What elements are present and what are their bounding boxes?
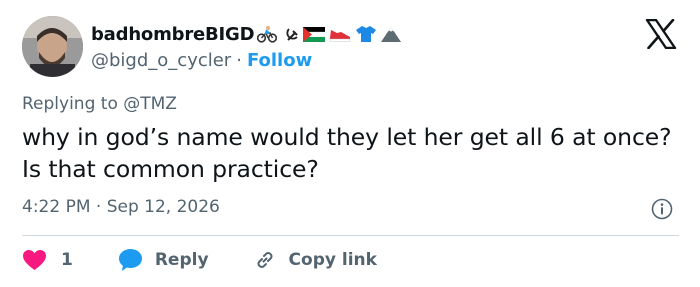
heart-icon xyxy=(22,249,47,271)
hammer-sickle-icon xyxy=(286,26,300,42)
sneaker-icon xyxy=(328,26,352,42)
copy-link-button[interactable]: Copy link xyxy=(241,248,377,272)
replying-to-label: Replying to @TMZ xyxy=(22,94,177,114)
tshirt-icon xyxy=(355,25,377,43)
bicyclist-icon xyxy=(257,25,278,43)
tweet-card: badhombreBIGD @bigd_o_cycler · Follow Re… xyxy=(0,0,700,287)
display-name[interactable]: badhombreBIGD xyxy=(91,24,255,45)
info-icon[interactable] xyxy=(651,198,673,220)
like-count: 1 xyxy=(61,250,73,270)
separator-dot: · xyxy=(236,49,242,71)
author-name-row: badhombreBIGD xyxy=(91,21,402,47)
action-bar: 1 Reply Copy link xyxy=(22,244,377,276)
speech-bubble-icon xyxy=(118,248,143,272)
reply-button[interactable]: Reply xyxy=(106,248,209,272)
tweet-text: why in god’s name would they let her get… xyxy=(22,123,672,183)
author-handle-row: @bigd_o_cycler · Follow xyxy=(91,49,312,71)
like-button[interactable]: 1 xyxy=(22,249,73,271)
avatar[interactable] xyxy=(22,16,83,77)
tweet-timestamp[interactable]: 4:22 PM · Sep 12, 2026 xyxy=(22,197,220,217)
divider xyxy=(22,235,679,236)
follow-button[interactable]: Follow xyxy=(247,50,312,71)
x-logo-icon[interactable] xyxy=(645,18,677,50)
author-handle[interactable]: @bigd_o_cycler xyxy=(91,50,231,71)
mountain-icon xyxy=(380,25,402,43)
copy-link-label: Copy link xyxy=(288,250,377,270)
palestine-flag-icon xyxy=(303,26,326,42)
link-icon xyxy=(253,248,277,272)
reply-label: Reply xyxy=(154,250,209,270)
